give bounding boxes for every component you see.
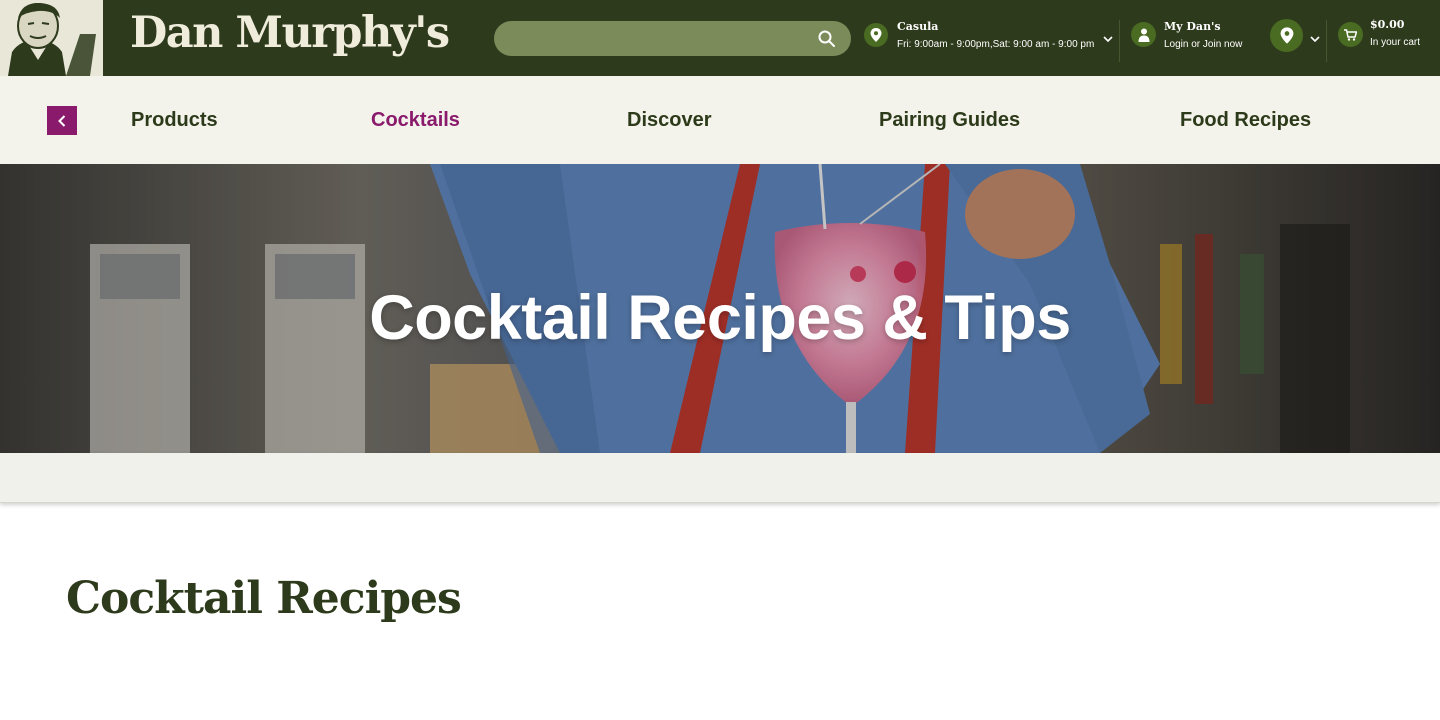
my-dans-title[interactable]: My Dan's bbox=[1164, 20, 1221, 33]
header-divider bbox=[1119, 20, 1120, 62]
store-location-icon[interactable] bbox=[864, 23, 888, 47]
search-icon[interactable] bbox=[817, 29, 837, 49]
nav-item-discover[interactable]: Discover bbox=[627, 109, 712, 132]
section-title: Cocktail Recipes bbox=[66, 573, 462, 624]
hero-subnav-band bbox=[0, 453, 1440, 503]
dan-murphy-mascot-logo[interactable] bbox=[0, 0, 103, 76]
chevron-down-icon[interactable] bbox=[1309, 32, 1321, 44]
location-pin-icon[interactable] bbox=[1270, 19, 1303, 52]
cart-total[interactable]: $0.00 bbox=[1370, 18, 1404, 31]
nav-item-cocktails[interactable]: Cocktails bbox=[371, 109, 460, 132]
search-bar bbox=[494, 21, 851, 56]
nav-item-food-recipes[interactable]: Food Recipes bbox=[1180, 109, 1311, 132]
header-divider bbox=[1326, 20, 1327, 62]
nav-item-pairing-guides[interactable]: Pairing Guides bbox=[879, 109, 1020, 132]
main-nav: Products Cocktails Discover Pairing Guid… bbox=[0, 76, 1440, 164]
site-header: Dan Murphy's Casula Fri: 9:00am - 9:00pm… bbox=[0, 0, 1440, 76]
hero-title: Cocktail Recipes & Tips bbox=[369, 283, 1071, 353]
login-join-link[interactable]: Login or Join now bbox=[1164, 39, 1242, 50]
store-name[interactable]: Casula bbox=[897, 20, 938, 33]
chevron-left-icon bbox=[58, 114, 66, 127]
store-hours: Fri: 9:00am - 9:00pm,Sat: 9:00 am - 9:00… bbox=[897, 39, 1095, 50]
nav-item-products[interactable]: Products bbox=[131, 109, 218, 132]
back-button[interactable] bbox=[47, 106, 77, 135]
cart-icon[interactable] bbox=[1338, 22, 1363, 47]
chevron-down-icon[interactable] bbox=[1102, 32, 1114, 44]
user-icon[interactable] bbox=[1131, 22, 1156, 47]
cart-label[interactable]: In your cart bbox=[1370, 37, 1420, 48]
hero-banner: Cocktail Recipes & Tips bbox=[0, 164, 1440, 453]
dan-murphys-logo-text[interactable]: Dan Murphy's bbox=[130, 8, 450, 58]
search-input[interactable] bbox=[510, 21, 800, 56]
